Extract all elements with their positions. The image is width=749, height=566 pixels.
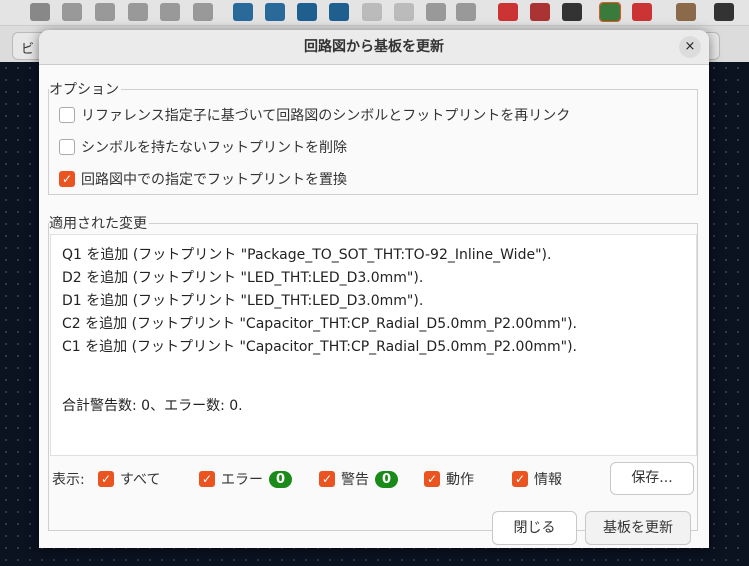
checkbox-label: 動作	[446, 472, 474, 488]
netlist-icon[interactable]	[498, 3, 518, 21]
checkbox-label: エラー	[221, 472, 263, 488]
main-toolbar	[0, 0, 749, 26]
checkbox-label: 警告	[341, 472, 369, 488]
checkbox-checked-icon: ✓	[59, 171, 75, 187]
list-item: D1 を追加 (フットプリント "LED_THT:LED_D3.0mm").	[62, 293, 424, 309]
filter-label-text: 表示:	[52, 472, 85, 488]
zoom-out-icon[interactable]	[95, 3, 115, 21]
lock-icon[interactable]	[426, 3, 446, 21]
delete-extra-footprints-checkbox[interactable]: シンボルを持たないフットプリントを削除	[59, 137, 347, 157]
options-label: オプション	[49, 79, 121, 99]
summary-text: 合計警告数: 0、エラー数: 0.	[62, 398, 243, 414]
update-pcb-dialog: 回路図から基板を更新 × オプション リファレンス指定子に基づいて回路図のシンボ…	[39, 30, 709, 548]
filter-warnings-checkbox[interactable]: ✓ 警告 0	[319, 469, 399, 489]
checkbox-checked-icon: ✓	[199, 471, 215, 487]
zoom-in-icon[interactable]	[62, 3, 82, 21]
redraw-icon[interactable]	[30, 3, 50, 21]
rotate-cw-icon[interactable]	[265, 3, 285, 21]
ungroup-icon[interactable]	[394, 3, 414, 21]
unlock-icon[interactable]	[456, 3, 476, 21]
zoom-selection-icon[interactable]	[193, 3, 213, 21]
checkbox-checked-icon: ✓	[512, 471, 528, 487]
group-icon[interactable]	[362, 3, 382, 21]
rotate-ccw-icon[interactable]	[233, 3, 253, 21]
inspect-icon[interactable]	[530, 3, 550, 21]
dialog-title: 回路図から基板を更新	[39, 30, 709, 65]
relink-checkbox[interactable]: リファレンス指定子に基づいて回路図のシンボルとフットプリントを再リンク	[59, 105, 570, 125]
list-item: C2 を追加 (フットプリント "Capacitor_THT:CP_Radial…	[62, 316, 577, 332]
checkbox-label: リファレンス指定子に基づいて回路図のシンボルとフットプリントを再リンク	[81, 108, 571, 124]
close-icon[interactable]: ×	[679, 36, 701, 58]
checkbox-checked-icon: ✓	[424, 471, 440, 487]
terminal-icon[interactable]	[714, 3, 734, 21]
error-count-badge: 0	[269, 470, 293, 488]
update-pcb-icon[interactable]	[599, 2, 621, 22]
mirror-v-icon[interactable]	[329, 3, 349, 21]
checkbox-label: シンボルを持たないフットプリントを削除	[81, 140, 347, 156]
drc-icon[interactable]	[632, 3, 652, 21]
list-item: D2 を追加 (フットプリント "LED_THT:LED_D3.0mm").	[62, 270, 424, 286]
save-button[interactable]: 保存...	[610, 462, 694, 495]
checkbox-label: 情報	[534, 472, 562, 488]
zoom-objects-icon[interactable]	[160, 3, 180, 21]
filter-actions-checkbox[interactable]: ✓ 動作	[424, 469, 474, 489]
changes-list[interactable]: Q1 を追加 (フットプリント "Package_TO_SOT_THT:TO-9…	[50, 234, 697, 456]
changes-label: 適用された変更	[49, 213, 149, 233]
warning-count-badge: 0	[375, 470, 399, 488]
checkbox-label: 回路図中での指定でフットプリントを置換	[81, 172, 347, 188]
checkbox-checked-icon: ✓	[319, 471, 335, 487]
list-item: Q1 を追加 (フットプリント "Package_TO_SOT_THT:TO-9…	[62, 247, 552, 263]
replace-footprints-checkbox[interactable]: ✓ 回路図中での指定でフットプリントを置換	[59, 169, 347, 189]
checkbox-icon	[59, 107, 75, 123]
combo-text: ビ	[21, 42, 35, 57]
checkbox-label: すべて	[120, 472, 161, 488]
filter-all-checkbox[interactable]: ✓ すべて	[98, 469, 160, 489]
update-pcb-button[interactable]: 基板を更新	[585, 511, 691, 545]
mirror-h-icon[interactable]	[297, 3, 317, 21]
footprint-editor-icon[interactable]	[676, 3, 696, 21]
checkbox-icon	[59, 139, 75, 155]
list-item: C1 を追加 (フットプリント "Capacitor_THT:CP_Radial…	[62, 339, 577, 355]
close-button[interactable]: 閉じる	[492, 511, 577, 545]
checkbox-checked-icon: ✓	[98, 471, 114, 487]
filter-label: 表示:	[52, 469, 85, 489]
filter-info-checkbox[interactable]: ✓ 情報	[512, 469, 562, 489]
layers-icon[interactable]	[562, 3, 582, 21]
zoom-fit-icon[interactable]	[128, 3, 148, 21]
filter-errors-checkbox[interactable]: ✓ エラー 0	[199, 469, 293, 489]
